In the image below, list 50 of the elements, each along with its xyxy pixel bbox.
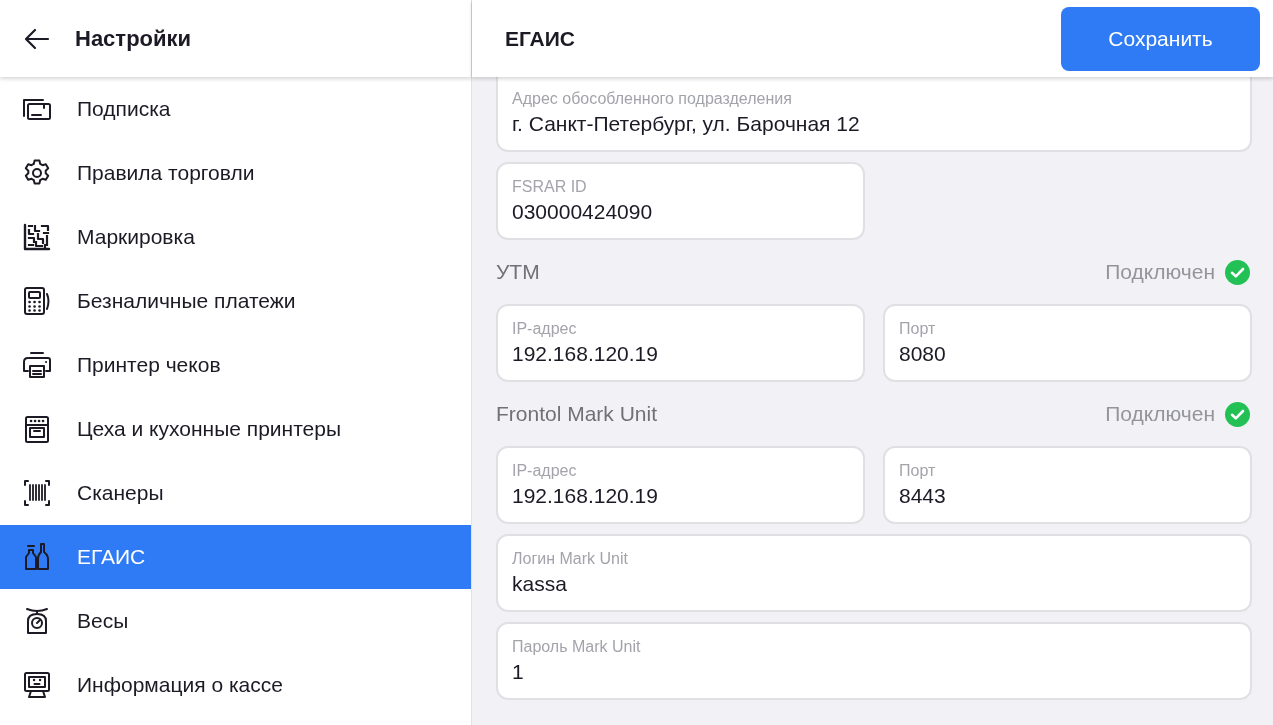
text-field[interactable]: FSRAR ID 030000424090 — [496, 162, 865, 240]
section-title: Frontol Mark Unit — [496, 402, 658, 426]
gear-icon — [22, 158, 52, 188]
text-field[interactable]: Адрес обособленного подразделения г. Санкт-Петербург, ул. Барочная 12 — [496, 77, 1252, 152]
text-field[interactable]: Порт 8080 — [883, 304, 1252, 382]
field-label: Порт — [899, 461, 937, 481]
payment-terminal-icon — [22, 286, 52, 316]
status-label: Подключен — [1105, 260, 1215, 284]
monitor-icon — [22, 670, 52, 700]
field-input[interactable]: 8443 — [899, 483, 1236, 509]
field-input[interactable]: 030000424090 — [512, 199, 849, 225]
printer-icon — [22, 350, 52, 380]
save-button[interactable]: Сохранить — [1061, 6, 1260, 71]
field-label: IP-адрес — [512, 461, 578, 481]
text-field[interactable]: Порт 8443 — [883, 446, 1252, 524]
menu-item[interactable]: ЕГАИС — [0, 525, 471, 589]
field-label: Пароль Mark Unit — [512, 637, 642, 657]
text-field[interactable]: IP-адрес 192.168.120.19 — [496, 446, 865, 524]
field-input[interactable]: 1 — [512, 659, 1236, 685]
page-title: ЕГАИС — [505, 26, 575, 51]
field-input[interactable]: kassa — [512, 571, 1236, 597]
field-label: FSRAR ID — [512, 177, 588, 197]
menu-item[interactable]: Весы — [0, 589, 471, 653]
field-input[interactable]: 192.168.120.19 — [512, 341, 849, 367]
field-label: Порт — [899, 319, 937, 339]
menu-item[interactable]: Правила торговли — [0, 141, 471, 205]
menu-item[interactable]: Принтер чеков — [0, 333, 471, 397]
back-arrow-icon[interactable] — [24, 27, 50, 50]
text-field[interactable]: Пароль Mark Unit 1 — [496, 622, 1252, 700]
field-label: Адрес обособленного подразделения — [512, 89, 793, 109]
bottles-icon — [22, 542, 52, 572]
text-field[interactable]: IP-адрес 192.168.120.19 — [496, 304, 865, 382]
status-label: Подключен — [1105, 402, 1215, 426]
menu-item[interactable]: Маркировка — [0, 205, 471, 269]
barcode-scan-icon — [22, 478, 52, 508]
settings-title: Настройки — [75, 25, 192, 52]
field-label: IP-адрес — [512, 319, 578, 339]
oven-icon — [22, 414, 52, 444]
text-field[interactable]: Логин Mark Unit kassa — [496, 534, 1252, 612]
section-title: УТМ — [496, 260, 540, 284]
menu-item[interactable]: Безналичные платежи — [0, 269, 471, 333]
menu-item[interactable]: Информация о кассе — [0, 653, 471, 717]
matrix-code-icon — [22, 222, 52, 252]
field-input[interactable]: 8080 — [899, 341, 1236, 367]
menu-item[interactable]: Подписка — [0, 77, 471, 141]
menu-item[interactable]: Цеха и кухонные принтеры — [0, 397, 471, 461]
menu-item[interactable]: Сканеры — [0, 461, 471, 525]
field-label: Логин Mark Unit — [512, 549, 629, 569]
field-input[interactable]: г. Санкт-Петербург, ул. Барочная 12 — [512, 111, 1236, 137]
field-input[interactable]: 192.168.120.19 — [512, 483, 849, 509]
